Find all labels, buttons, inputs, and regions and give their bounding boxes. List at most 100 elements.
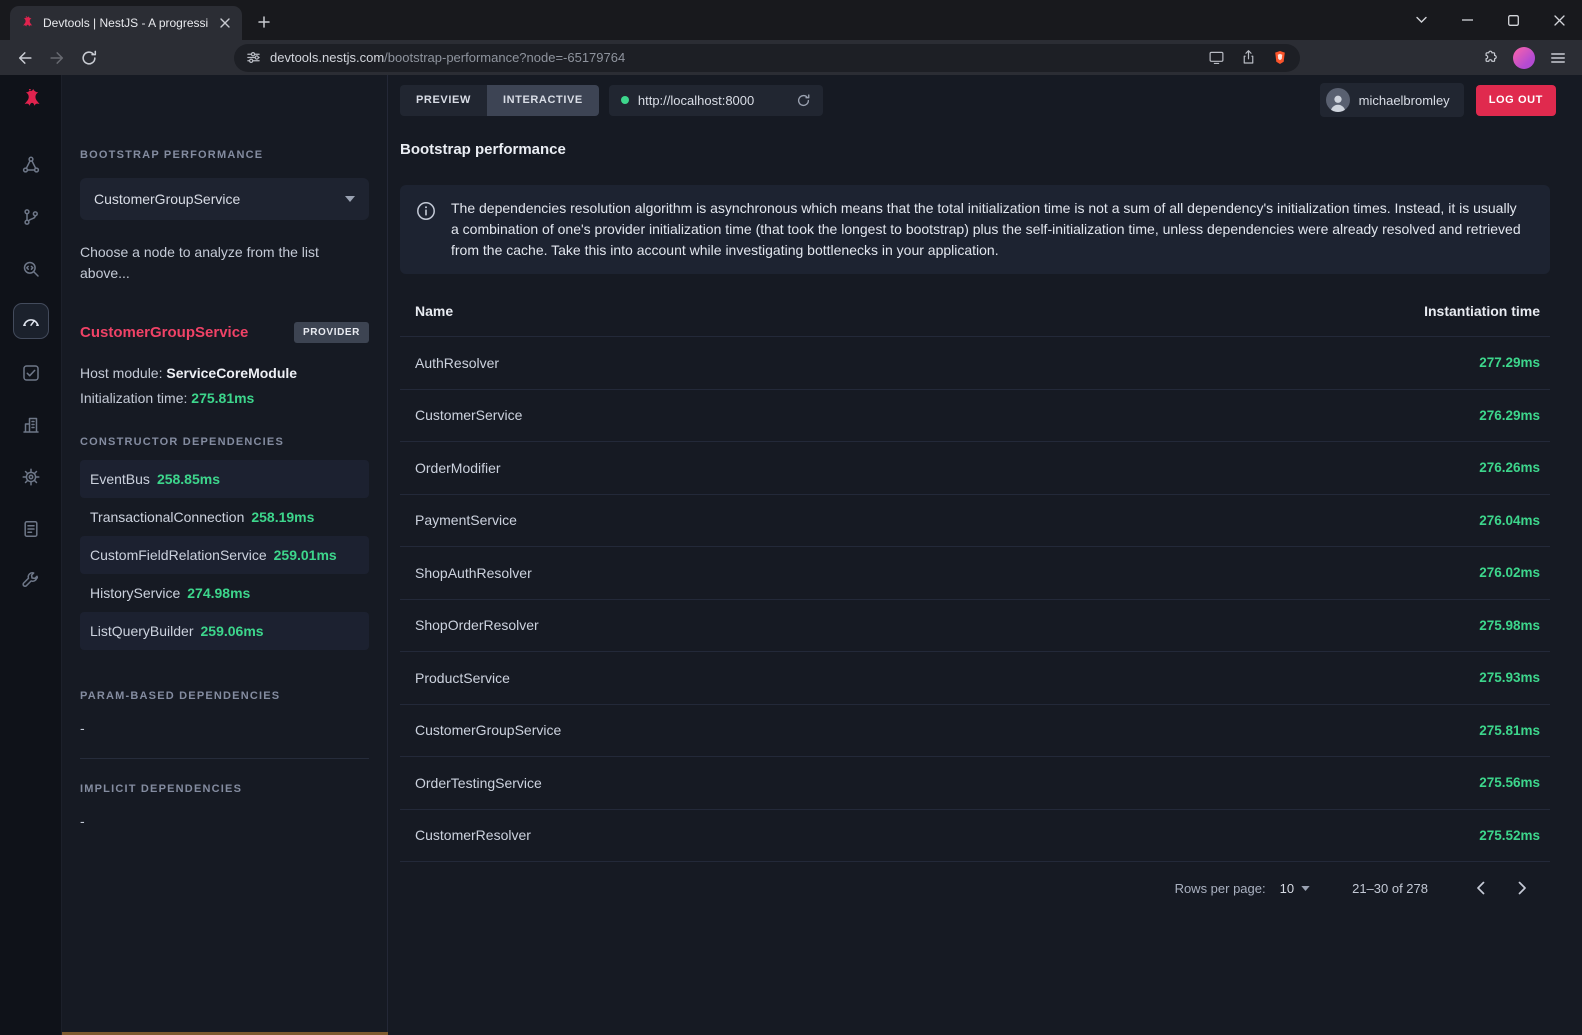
modules-icon[interactable] bbox=[13, 407, 49, 443]
dependency-item[interactable]: CustomFieldRelationService 259.01ms bbox=[80, 536, 369, 574]
info-icon bbox=[416, 201, 436, 261]
row-name: CustomerGroupService bbox=[415, 722, 561, 738]
table-row[interactable]: CustomerResolver 275.52ms bbox=[400, 809, 1550, 862]
browser-tab-strip: Devtools | NestJS - A progressive bbox=[0, 0, 1582, 40]
browser-toolbar: devtools.nestjs.com/bootstrap-performanc… bbox=[0, 40, 1582, 75]
target-url-box[interactable]: http://localhost:8000 bbox=[609, 85, 823, 116]
rows-per-page-label: Rows per page: bbox=[1175, 881, 1266, 896]
close-button[interactable] bbox=[1536, 0, 1582, 40]
dependency-item[interactable]: TransactionalConnection 258.19ms bbox=[80, 498, 369, 536]
preview-tab[interactable]: PREVIEW bbox=[400, 85, 487, 116]
menu-icon[interactable] bbox=[1550, 50, 1566, 66]
back-button[interactable] bbox=[10, 43, 40, 73]
row-time: 276.02ms bbox=[1479, 565, 1540, 580]
routes-icon[interactable] bbox=[13, 199, 49, 235]
refresh-target-icon[interactable] bbox=[796, 93, 811, 108]
dependency-item[interactable]: HistoryService 274.98ms bbox=[80, 574, 369, 612]
panel-title: BOOTSTRAP PERFORMANCE bbox=[80, 149, 369, 161]
chevron-down-icon bbox=[345, 196, 355, 202]
provider-badge: PROVIDER bbox=[294, 322, 369, 343]
row-name: PaymentService bbox=[415, 512, 517, 528]
dependency-item[interactable]: ListQueryBuilder 259.06ms bbox=[80, 612, 369, 650]
table-row[interactable]: ShopAuthResolver 276.02ms bbox=[400, 546, 1550, 599]
row-name: CustomerService bbox=[415, 407, 522, 423]
rows-per-page-select[interactable]: 10 bbox=[1280, 881, 1310, 896]
new-tab-button[interactable] bbox=[250, 8, 278, 36]
init-time-row: Initialization time: 275.81ms bbox=[80, 390, 369, 406]
table-row[interactable]: PaymentService 276.04ms bbox=[400, 494, 1550, 547]
app-header: PREVIEW INTERACTIVE http://localhost:800… bbox=[388, 75, 1582, 125]
reload-button[interactable] bbox=[74, 43, 104, 73]
browser-tab-active[interactable]: Devtools | NestJS - A progressive bbox=[10, 6, 242, 40]
extensions-icon[interactable] bbox=[1481, 49, 1498, 66]
logout-button[interactable]: LOG OUT bbox=[1476, 85, 1556, 116]
minimize-button[interactable] bbox=[1444, 0, 1490, 40]
row-name: ProductService bbox=[415, 670, 510, 686]
table-pagination: Rows per page: 10 21–30 of 278 bbox=[400, 861, 1550, 914]
dependency-time: 259.01ms bbox=[274, 547, 337, 563]
row-time: 275.81ms bbox=[1479, 723, 1540, 738]
row-name: OrderModifier bbox=[415, 460, 501, 476]
docs-icon[interactable] bbox=[13, 511, 49, 547]
table-row[interactable]: OrderModifier 276.26ms bbox=[400, 441, 1550, 494]
dependency-time: 274.98ms bbox=[187, 585, 250, 601]
reading-mode-icon[interactable] bbox=[1208, 49, 1225, 66]
dependency-time: 258.85ms bbox=[157, 471, 220, 487]
node-select-value: CustomerGroupService bbox=[94, 191, 240, 207]
omnibox-actions bbox=[1208, 49, 1288, 66]
audit-icon[interactable] bbox=[13, 355, 49, 391]
site-info-icon[interactable] bbox=[246, 50, 261, 65]
row-time: 275.93ms bbox=[1479, 670, 1540, 685]
next-page-button[interactable] bbox=[1508, 874, 1536, 902]
maximize-button[interactable] bbox=[1490, 0, 1536, 40]
inspect-icon[interactable] bbox=[13, 251, 49, 287]
brave-shields-icon[interactable] bbox=[1272, 49, 1288, 66]
table-row[interactable]: CustomerService 276.29ms bbox=[400, 389, 1550, 442]
info-box: The dependencies resolution algorithm is… bbox=[400, 185, 1550, 274]
table-row[interactable]: ShopOrderResolver 275.98ms bbox=[400, 599, 1550, 652]
previous-page-button[interactable] bbox=[1466, 874, 1494, 902]
share-icon[interactable] bbox=[1240, 49, 1257, 66]
table-row[interactable]: OrderTestingService 275.56ms bbox=[400, 756, 1550, 809]
dependency-graph-icon[interactable] bbox=[13, 147, 49, 183]
dependency-time: 258.19ms bbox=[251, 509, 314, 525]
rail-nav bbox=[13, 147, 49, 599]
mode-toggle: PREVIEW INTERACTIVE bbox=[400, 85, 599, 116]
dependency-name: CustomFieldRelationService bbox=[90, 547, 267, 563]
table-row[interactable]: AuthResolver 277.29ms bbox=[400, 336, 1550, 389]
interactive-tab[interactable]: INTERACTIVE bbox=[487, 85, 599, 116]
username: michaelbromley bbox=[1359, 93, 1450, 108]
forward-button[interactable] bbox=[42, 43, 72, 73]
info-text: The dependencies resolution algorithm is… bbox=[451, 198, 1526, 261]
tab-search-icon[interactable] bbox=[1398, 0, 1444, 40]
tab-close-icon[interactable] bbox=[216, 15, 233, 32]
url-text[interactable]: devtools.nestjs.com/bootstrap-performanc… bbox=[270, 50, 1199, 65]
user-avatar bbox=[1326, 88, 1350, 112]
table-body: AuthResolver 277.29ms CustomerService 27… bbox=[400, 336, 1550, 861]
sandbox-icon[interactable] bbox=[13, 563, 49, 599]
dependency-item[interactable]: EventBus 258.85ms bbox=[80, 460, 369, 498]
performance-icon[interactable] bbox=[13, 303, 49, 339]
param-deps-empty: - bbox=[80, 720, 369, 736]
user-pill[interactable]: michaelbromley bbox=[1320, 83, 1464, 117]
profile-avatar[interactable] bbox=[1513, 47, 1535, 69]
row-time: 276.26ms bbox=[1479, 460, 1540, 475]
settings-icon[interactable] bbox=[13, 459, 49, 495]
section-divider bbox=[80, 758, 369, 759]
table-row[interactable]: ProductService 275.93ms bbox=[400, 651, 1550, 704]
init-time-label: Initialization time: bbox=[80, 390, 191, 406]
constructor-deps-title: CONSTRUCTOR DEPENDENCIES bbox=[80, 436, 369, 448]
table-row[interactable]: CustomerGroupService 275.81ms bbox=[400, 704, 1550, 757]
main-area: PREVIEW INTERACTIVE http://localhost:800… bbox=[388, 75, 1582, 1035]
host-module-value: ServiceCoreModule bbox=[166, 365, 297, 381]
dependency-name: HistoryService bbox=[90, 585, 180, 601]
node-select[interactable]: CustomerGroupService bbox=[80, 178, 369, 220]
row-time: 276.04ms bbox=[1479, 513, 1540, 528]
rows-per-page-value: 10 bbox=[1280, 881, 1294, 896]
address-bar[interactable]: devtools.nestjs.com/bootstrap-performanc… bbox=[234, 44, 1300, 72]
nestjs-logo[interactable] bbox=[18, 75, 44, 125]
pagination-range: 21–30 of 278 bbox=[1352, 881, 1428, 896]
node-panel: BOOTSTRAP PERFORMANCE CustomerGroupServi… bbox=[62, 75, 388, 1035]
implicit-deps-empty: - bbox=[80, 813, 369, 829]
param-deps-title: PARAM-BASED DEPENDENCIES bbox=[80, 690, 369, 702]
